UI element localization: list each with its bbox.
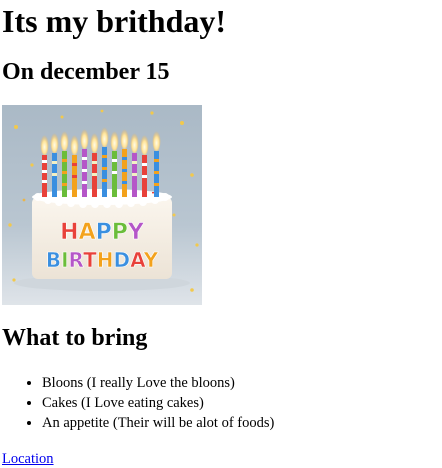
list-item: Bloons (I really Love the bloons)	[42, 373, 274, 393]
what-to-bring-heading: What to bring	[2, 325, 148, 351]
cake-birthday-text: BIRTHDAY	[46, 248, 159, 272]
location-link[interactable]: Location	[2, 450, 54, 468]
bring-list: Bloons (I really Love the bloons) Cakes …	[2, 373, 274, 433]
birthday-cake-image: HAPPY BIRTHDAY	[2, 105, 202, 305]
list-item: Cakes (I Love eating cakes)	[42, 393, 274, 413]
page-title: Its my brithday!	[2, 3, 227, 39]
list-item: An appetite (Their will be alot of foods…	[42, 413, 274, 433]
cake-happy-text: HAPPY	[60, 220, 145, 245]
date-heading: On december 15	[2, 59, 170, 85]
